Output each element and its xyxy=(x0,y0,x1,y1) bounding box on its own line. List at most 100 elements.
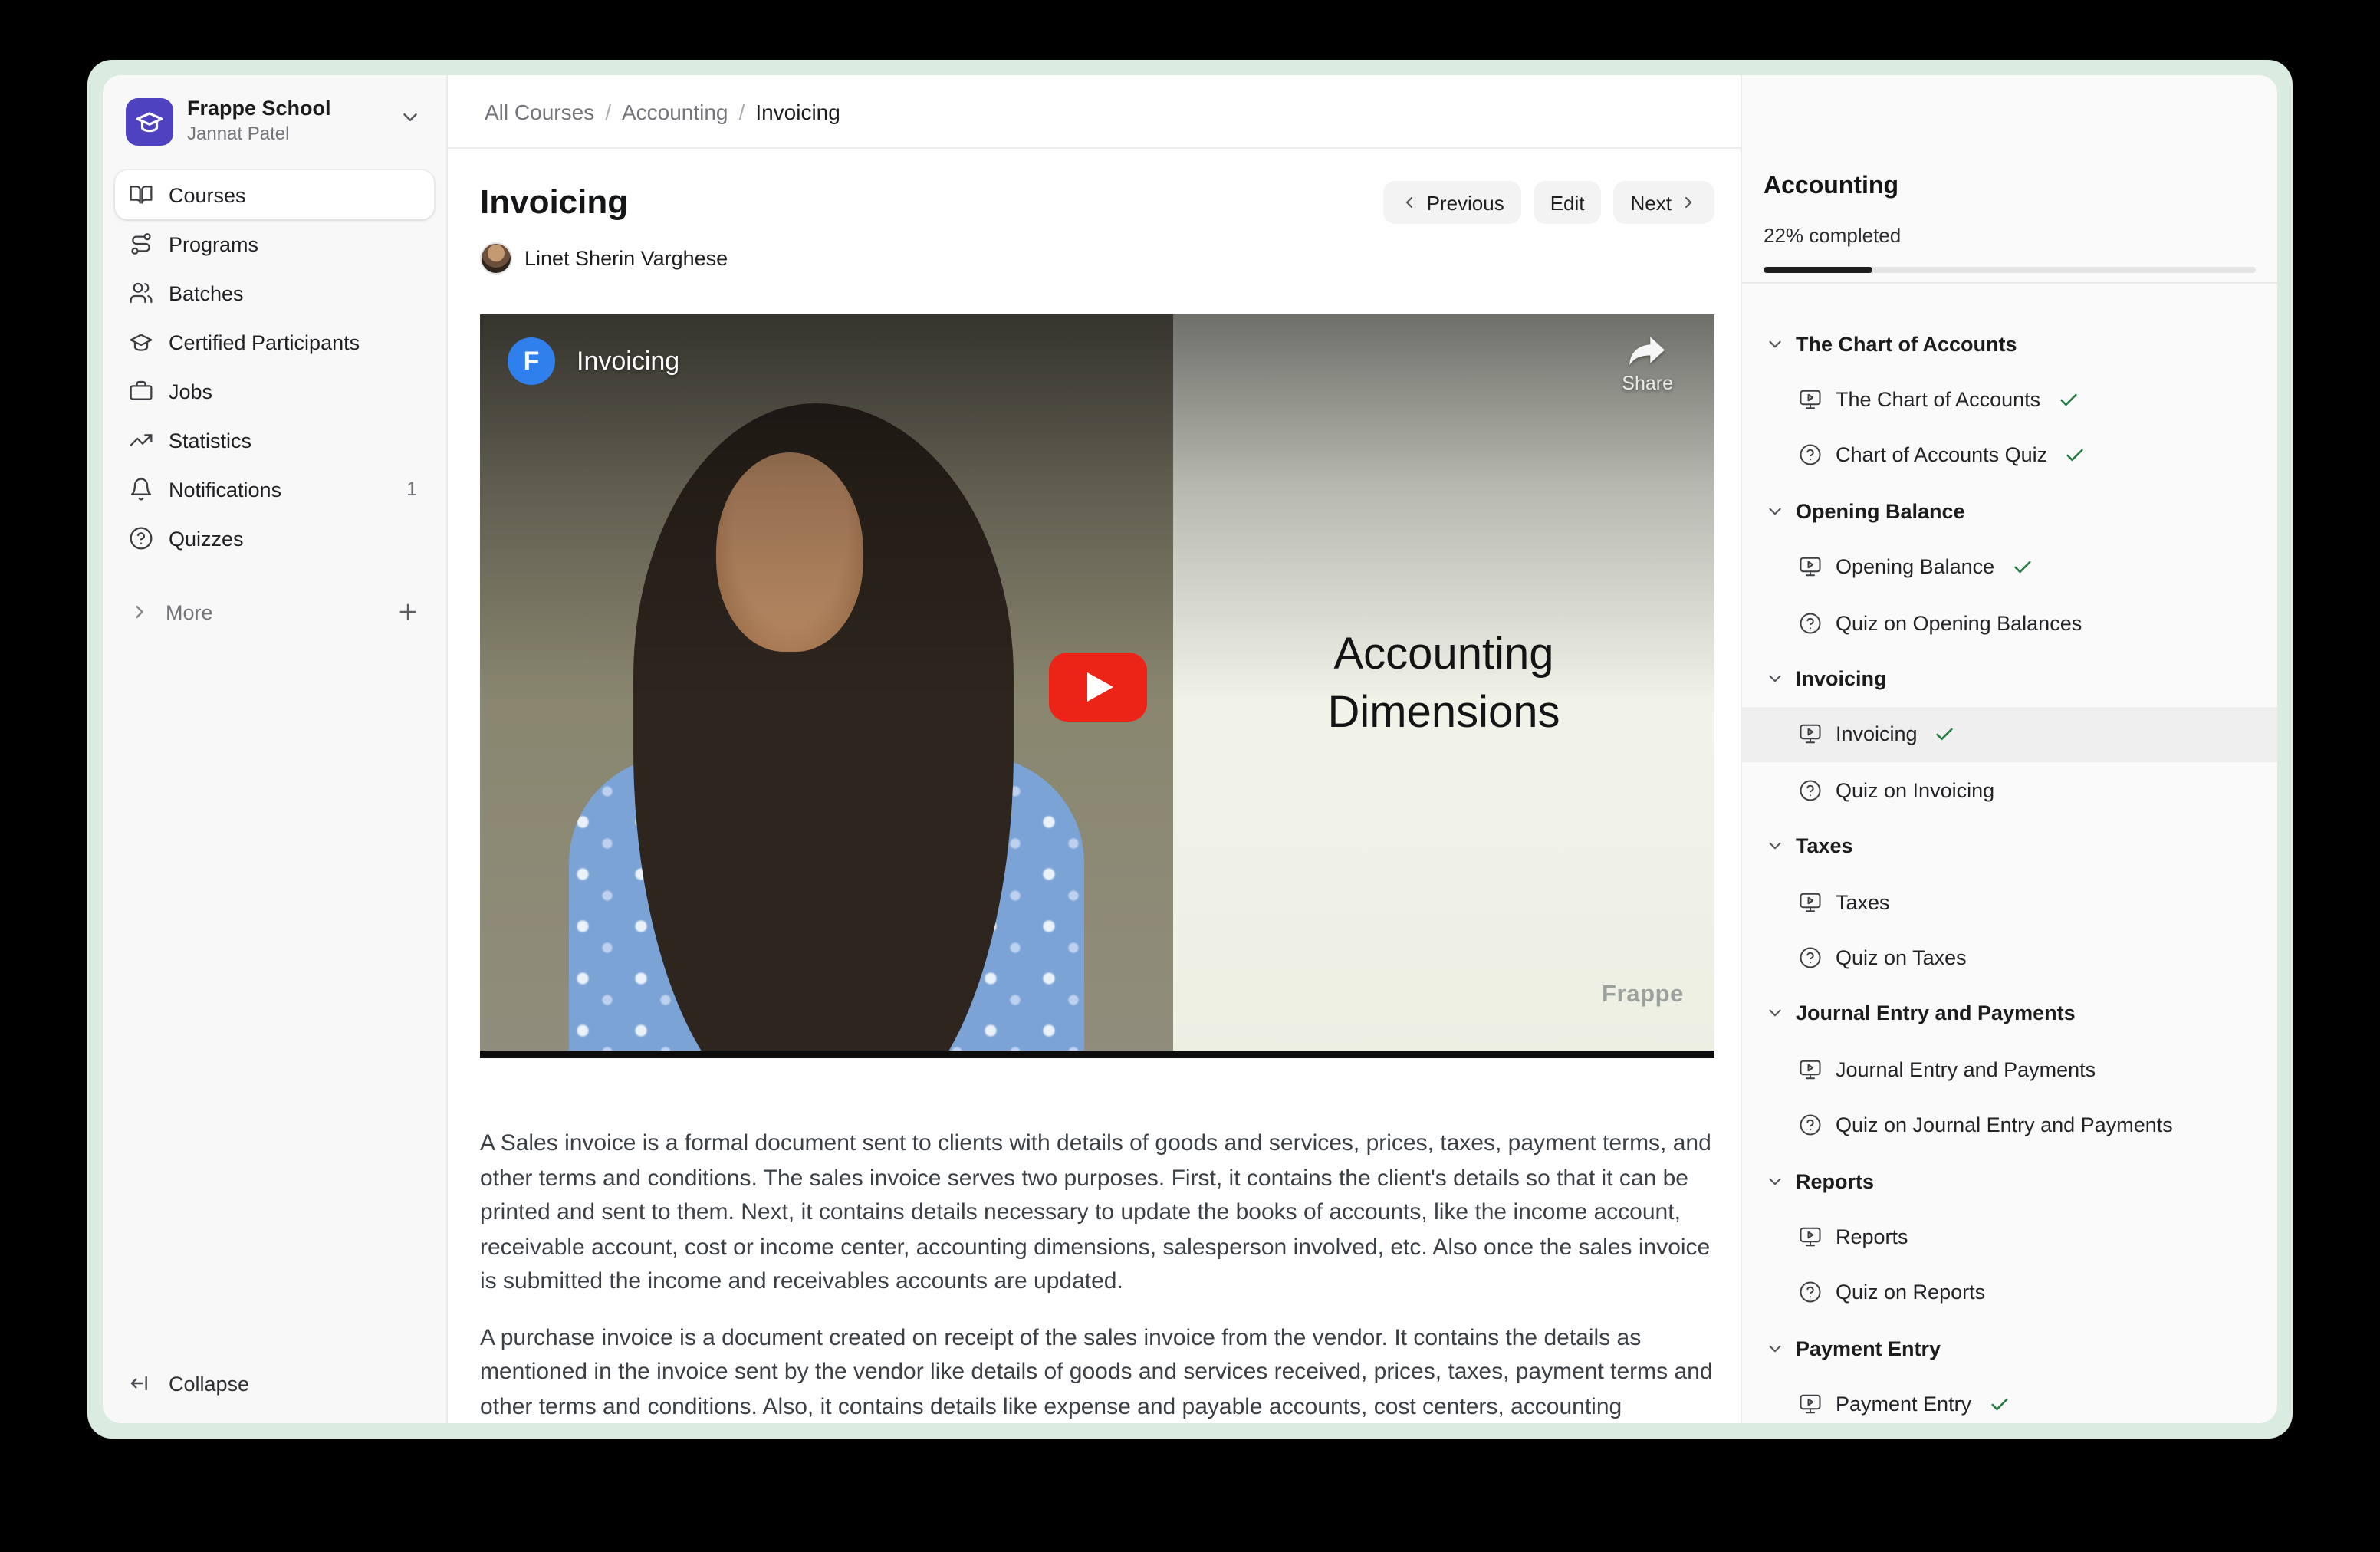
breadcrumb-current: Invoicing xyxy=(755,99,840,123)
lesson-payment-entry[interactable]: Payment Entry xyxy=(1742,1376,2277,1423)
sidebar-item-more[interactable]: More xyxy=(103,589,446,635)
lesson-label: Payment Entry xyxy=(1836,1393,1971,1416)
sidebar-spacer xyxy=(103,635,446,1371)
sidebar-item-statistics[interactable]: Statistics xyxy=(115,416,434,465)
video-lesson-icon xyxy=(1799,1225,1822,1248)
graduation-cap-icon xyxy=(129,330,153,354)
sidebar-nav: CoursesPrograms Batches Certified Particip… xyxy=(103,164,446,563)
lesson-quiz-on-invoicing[interactable]: Quiz on Invoicing xyxy=(1742,762,2277,818)
sidebar-item-notifications[interactable]: Notifications1 xyxy=(115,465,434,514)
lesson-opening-balance[interactable]: Opening Balance xyxy=(1742,539,2277,595)
lesson-label: Journal Entry and Payments xyxy=(1836,1058,2096,1081)
trending-up-icon xyxy=(129,428,153,452)
sidebar-item-programs[interactable]: Programs xyxy=(115,219,434,268)
desktop-background: Frappe School Jannat Patel CoursesProgra… xyxy=(0,0,2380,1552)
chapter-title: Payment Entry xyxy=(1796,1337,1941,1360)
app-card: Frappe School Jannat Patel CoursesProgra… xyxy=(103,75,2277,1423)
school-name: Frappe School xyxy=(187,97,385,121)
completed-check-icon xyxy=(2011,557,2033,578)
share-button[interactable]: Share xyxy=(1622,334,1673,394)
share-icon xyxy=(1627,334,1668,368)
book-open-icon xyxy=(129,182,153,207)
page-title: Invoicing xyxy=(480,179,628,225)
breadcrumb-all-courses[interactable]: All Courses xyxy=(485,99,594,123)
completed-check-icon xyxy=(2064,445,2086,466)
frappe-brand-icon[interactable]: F xyxy=(508,337,555,385)
completed-check-icon xyxy=(1935,724,1956,745)
chapter-reports[interactable]: Reports xyxy=(1742,1153,2277,1209)
breadcrumb-course[interactable]: Accounting xyxy=(622,99,728,123)
chevron-down-icon xyxy=(399,106,422,136)
briefcase-icon xyxy=(129,379,153,403)
chevron-left-icon xyxy=(1401,193,1419,212)
chapter-invoicing[interactable]: Invoicing xyxy=(1742,651,2277,707)
lesson-body: Invoicing Previous Edit Next xyxy=(448,149,1741,1423)
author-row: Linet Sherin Varghese xyxy=(480,241,1716,275)
lesson-label: Chart of Accounts Quiz xyxy=(1836,444,2047,467)
share-label: Share xyxy=(1622,373,1673,394)
lesson-taxes[interactable]: Taxes xyxy=(1742,874,2277,930)
chapter-the-chart-of-accounts[interactable]: The Chart of Accounts xyxy=(1742,316,2277,372)
video-player[interactable]: Accounting Dimensions Frappe F Invoicing xyxy=(480,314,1714,1058)
collapse-sidebar-button[interactable]: Collapse xyxy=(103,1371,446,1423)
next-button[interactable]: Next xyxy=(1614,181,1714,224)
chevron-down-icon xyxy=(1765,334,1785,353)
chapter-journal-entry-and-payments[interactable]: Journal Entry and Payments xyxy=(1742,985,2277,1041)
lesson-quiz-on-taxes[interactable]: Quiz on Taxes xyxy=(1742,930,2277,986)
chapter-taxes[interactable]: Taxes xyxy=(1742,818,2277,874)
chapter-payment-entry[interactable]: Payment Entry xyxy=(1742,1320,2277,1376)
frappe-watermark: Frappe xyxy=(1602,982,1684,1009)
lesson-paragraph-2: A purchase invoice is a document created… xyxy=(480,1321,1716,1423)
users-icon xyxy=(129,281,153,305)
chapter-title: Journal Entry and Payments xyxy=(1796,1002,2076,1025)
chevron-down-icon xyxy=(1765,836,1785,856)
sidebar-item-label: Batches xyxy=(169,281,420,304)
video-lesson-icon xyxy=(1799,890,1822,913)
chevron-down-icon xyxy=(1765,1171,1785,1191)
video-title[interactable]: Invoicing xyxy=(577,346,679,376)
lesson-quiz-on-reports[interactable]: Quiz on Reports xyxy=(1742,1264,2277,1320)
quiz-icon xyxy=(1799,1281,1822,1304)
progress-label: 22% completed xyxy=(1764,224,2256,248)
edit-label: Edit xyxy=(1550,191,1585,214)
edit-button[interactable]: Edit xyxy=(1534,181,1602,224)
lesson-invoicing[interactable]: Invoicing xyxy=(1742,706,2277,762)
sidebar-item-certified-participants[interactable]: Certified Participants xyxy=(115,317,434,367)
play-button[interactable] xyxy=(1048,652,1146,721)
lesson-journal-entry-and-payments[interactable]: Journal Entry and Payments xyxy=(1742,1041,2277,1097)
plus-icon[interactable] xyxy=(396,600,420,624)
lesson-chart-of-accounts-quiz[interactable]: Chart of Accounts Quiz xyxy=(1742,428,2277,484)
lesson-the-chart-of-accounts[interactable]: The Chart of Accounts xyxy=(1742,372,2277,428)
course-outline: The Chart of AccountsThe Chart of Accoun… xyxy=(1742,284,2277,1423)
chapter-title: Taxes xyxy=(1796,834,1853,857)
lesson-label: Invoicing xyxy=(1836,723,1918,746)
chapter-title: Invoicing xyxy=(1796,667,1887,690)
sidebar-item-batches[interactable]: Batches xyxy=(115,268,434,317)
app-window: Frappe School Jannat Patel CoursesProgra… xyxy=(87,60,2293,1439)
lesson-label: Quiz on Journal Entry and Payments xyxy=(1836,1113,2173,1136)
chevron-down-icon xyxy=(1765,1338,1785,1358)
sidebar-item-label: Statistics xyxy=(169,429,420,452)
lesson-paragraph-1: A Sales invoice is a formal document sen… xyxy=(480,1127,1716,1300)
next-label: Next xyxy=(1631,191,1672,214)
chapter-opening-balance[interactable]: Opening Balance xyxy=(1742,483,2277,539)
lesson-nav-buttons: Previous Edit Next xyxy=(1384,181,1714,224)
sidebar-item-courses[interactable]: Courses xyxy=(115,170,434,219)
author-name: Linet Sherin Varghese xyxy=(524,246,728,269)
lesson-text: A Sales invoice is a formal document sen… xyxy=(480,1127,1716,1423)
lesson-quiz-on-opening-balances[interactable]: Quiz on Opening Balances xyxy=(1742,595,2277,651)
sidebar-item-quizzes[interactable]: Quizzes xyxy=(115,514,434,563)
lesson-reports[interactable]: Reports xyxy=(1742,1209,2277,1265)
sidebar-item-label: Quizzes xyxy=(169,527,420,550)
chevron-right-icon xyxy=(1679,193,1698,212)
progress-bar xyxy=(1764,267,2256,273)
sidebar-item-jobs[interactable]: Jobs xyxy=(115,367,434,416)
help-circle-icon xyxy=(129,526,153,551)
collapse-arrow-icon xyxy=(129,1371,153,1396)
previous-button[interactable]: Previous xyxy=(1384,181,1521,224)
completed-check-icon xyxy=(1988,1393,2010,1415)
lesson-quiz-on-journal-entry-and-payments[interactable]: Quiz on Journal Entry and Payments xyxy=(1742,1097,2277,1153)
school-switcher[interactable]: Frappe School Jannat Patel xyxy=(103,75,446,164)
lesson-label: Quiz on Invoicing xyxy=(1836,779,1994,802)
video-bottom-bar xyxy=(480,1051,1714,1058)
